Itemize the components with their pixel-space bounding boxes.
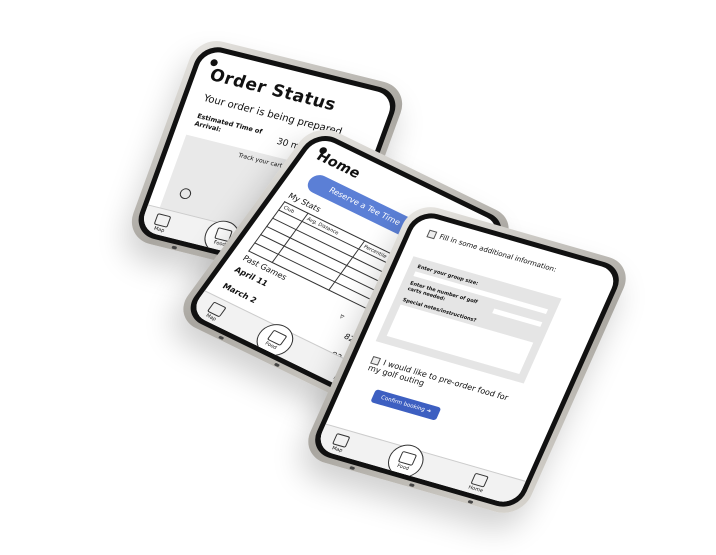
confirm-booking-button[interactable]: Confirm booking ➔ <box>370 389 442 421</box>
nav-map[interactable]: Map <box>320 430 360 457</box>
fill-info-checkbox[interactable] <box>426 229 438 240</box>
nav-map[interactable]: Map <box>142 211 182 237</box>
nav-home[interactable]: Home <box>458 470 498 497</box>
nav-map[interactable]: Map <box>194 297 236 328</box>
bottom-nav: Map Food Home <box>314 423 526 506</box>
location-pin-icon <box>178 187 193 201</box>
arrow-right-icon: ➔ <box>425 407 432 415</box>
golf-carts-input[interactable] <box>492 308 543 327</box>
nav-map-label: Map <box>152 225 166 234</box>
confirm-booking-label: Confirm booking <box>379 394 426 414</box>
